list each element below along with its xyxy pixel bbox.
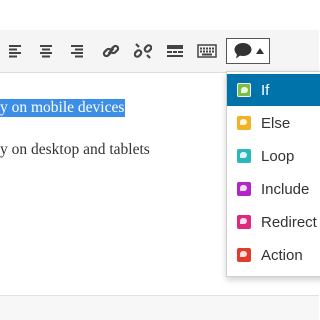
- align-left-button[interactable]: [2, 38, 28, 64]
- read-more-button[interactable]: [162, 38, 188, 64]
- text-line-mobile: y on mobile devices: [0, 99, 126, 117]
- include-icon: [237, 182, 251, 196]
- menu-item-label: Include: [261, 180, 310, 198]
- remove-link-icon: [134, 42, 152, 60]
- menu-item-action[interactable]: Action: [227, 239, 320, 271]
- text-line-desktop: y on desktop and tablets: [0, 141, 150, 158]
- align-center-icon: [39, 44, 53, 58]
- action-icon: [237, 248, 251, 262]
- menu-item-label: Redirect: [261, 213, 317, 231]
- menu-item-else[interactable]: Else: [227, 107, 320, 139]
- shortcode-menu-button[interactable]: [226, 38, 270, 64]
- caret-up-icon: [255, 48, 264, 54]
- align-right-button[interactable]: [64, 38, 90, 64]
- menu-item-if[interactable]: If: [227, 74, 320, 106]
- keyboard-icon: [197, 44, 217, 58]
- selected-text: y on mobile devices: [0, 99, 126, 117]
- menu-item-label: Action: [261, 246, 303, 264]
- menu-item-label: If: [261, 81, 270, 99]
- else-icon: [237, 116, 251, 130]
- shortcode-bubble-icon: [233, 42, 253, 60]
- editor-status-bar: [0, 295, 319, 320]
- align-left-icon: [8, 44, 22, 58]
- read-more-icon: [166, 44, 184, 58]
- menu-item-loop[interactable]: Loop: [227, 140, 320, 172]
- remove-link-button[interactable]: [130, 38, 156, 64]
- align-right-icon: [70, 44, 84, 58]
- loop-icon: [237, 149, 251, 163]
- if-icon: [237, 83, 251, 97]
- menu-item-label: Loop: [261, 147, 295, 165]
- shortcode-dropdown-menu: If Else Loop Include Redirect Action: [226, 71, 320, 277]
- keyboard-shortcuts-button[interactable]: [194, 38, 220, 64]
- menu-item-redirect[interactable]: Redirect: [227, 206, 320, 238]
- menu-item-label: Else: [261, 114, 291, 132]
- editor-toolbar: [0, 30, 319, 73]
- menu-item-include[interactable]: Include: [227, 173, 320, 205]
- redirect-icon: [237, 215, 251, 229]
- align-center-button[interactable]: [33, 38, 59, 64]
- insert-link-button[interactable]: [98, 38, 124, 64]
- insert-link-icon: [102, 42, 120, 60]
